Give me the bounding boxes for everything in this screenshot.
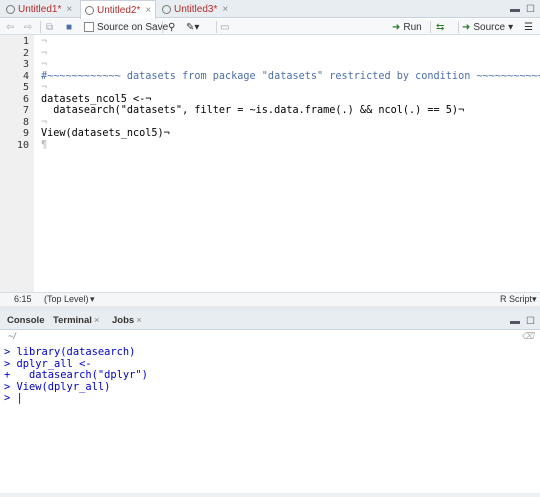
show-in-window-icon[interactable]: ⧉ xyxy=(46,20,53,34)
maximize-icon[interactable]: ☐ xyxy=(526,4,535,15)
code-line[interactable]: ¬ xyxy=(41,117,47,128)
console-line: > library(datasearch) xyxy=(4,346,136,358)
cwd-label: ~/ xyxy=(8,331,16,341)
maximize-icon[interactable]: ☐ xyxy=(526,316,535,327)
code-line[interactable]: ¬ xyxy=(41,59,47,70)
line-number: 3 xyxy=(22,59,29,70)
cursor-position: 6:15 xyxy=(14,294,32,304)
checkbox[interactable] xyxy=(84,22,94,32)
code-editor[interactable]: 1 2 3 4 5 6 7 8 9 10 ¬ ¬ ¬ #~~~~~~~~~~~~ datasets fr… xyxy=(0,35,540,292)
code-line[interactable]: View(datasets_ncol5)¬ xyxy=(41,128,170,139)
tab-label: Untitled1* xyxy=(18,3,62,15)
line-number: 2 xyxy=(22,47,29,59)
source-arrow-icon: ➜ xyxy=(462,21,471,33)
line-number-gutter: 1 2 3 4 5 6 7 8 9 10 xyxy=(0,35,34,292)
bottom-border xyxy=(0,493,540,497)
close-icon[interactable]: × xyxy=(145,5,151,16)
tab-terminal[interactable]: Terminal × xyxy=(53,315,99,326)
code-line[interactable]: ¬ xyxy=(41,82,47,93)
tab-label: Terminal xyxy=(53,315,92,326)
close-icon[interactable]: × xyxy=(94,315,100,326)
chevron-down-icon[interactable]: ▾ xyxy=(90,294,95,305)
tab-label: Console xyxy=(7,315,45,326)
document-icon xyxy=(6,4,15,14)
line-number: 7 xyxy=(22,105,29,116)
outline-icon[interactable]: ☰ xyxy=(524,20,533,34)
tab-label: Untitled3* xyxy=(174,3,218,15)
chevron-down-icon[interactable]: ▾ xyxy=(532,294,537,305)
tab-label: Jobs xyxy=(112,315,135,326)
source-label: Source xyxy=(473,21,506,33)
tab-untitled1[interactable]: Untitled1* × xyxy=(2,0,76,18)
line-number: 9 xyxy=(22,128,29,139)
minimize-icon[interactable]: ▬ xyxy=(510,316,520,327)
minimize-icon[interactable]: ▬ xyxy=(510,4,520,15)
console-line: > View(dplyr_all) xyxy=(4,380,111,393)
code-line[interactable]: datasets_ncol5 <-¬ xyxy=(41,94,151,105)
line-number: 10 xyxy=(16,139,29,151)
source-on-save-toggle[interactable]: Source on Save xyxy=(84,20,168,34)
line-number: 1 xyxy=(22,36,29,47)
tab-console[interactable]: Console xyxy=(7,315,44,326)
code-line[interactable]: datasearch("datasets", filter = ~is.data… xyxy=(41,105,464,116)
tab-untitled2[interactable]: Untitled2* × xyxy=(80,0,157,19)
close-icon[interactable]: × xyxy=(222,4,228,15)
forward-arrow-icon[interactable]: ⇨ xyxy=(24,20,32,34)
save-icon[interactable]: ■ xyxy=(66,20,72,34)
editor-tab-bar: Untitled1* × Untitled2* × Untitled3* × ▬… xyxy=(0,0,540,19)
run-button[interactable]: ➜ Run xyxy=(392,20,422,34)
file-type-selector[interactable]: R Script xyxy=(500,294,532,304)
source-button[interactable]: ➜ Source ▾ xyxy=(462,20,513,34)
back-arrow-icon[interactable]: ⇦ xyxy=(6,20,14,34)
console-line: > dplyr_all <- xyxy=(4,357,92,370)
magic-wand-icon[interactable]: ✎▾ xyxy=(186,20,199,34)
console-output[interactable]: > library(datasearch) > dplyr_all <- + dat… xyxy=(0,344,540,494)
code-line[interactable]: ¬ xyxy=(41,36,47,47)
tab-label: Untitled2* xyxy=(97,4,141,16)
console-line: > | xyxy=(4,392,23,405)
chevron-down-icon[interactable]: ▾ xyxy=(508,22,513,33)
console-line: + datasearch("dplyr") xyxy=(4,369,148,382)
tab-jobs[interactable]: Jobs × xyxy=(112,315,142,326)
scope-selector[interactable]: (Top Level) xyxy=(44,294,89,304)
working-directory: ~/ ⌫ xyxy=(0,331,540,344)
code-line[interactable]: #~~~~~~~~~~~~ datasets from package "dat… xyxy=(41,71,540,82)
console-tab-bar: Console Terminal × Jobs × ▬ ☐ xyxy=(0,311,540,330)
tab-untitled3[interactable]: Untitled3* × xyxy=(158,0,232,18)
editor-status-bar: 6:15 (Top Level) ▾ R Script ▾ xyxy=(0,292,540,306)
line-number: 4 xyxy=(22,70,29,82)
code-line[interactable]: ¬ xyxy=(41,48,47,59)
document-icon xyxy=(162,4,171,14)
code-line[interactable]: ¶ xyxy=(41,140,47,151)
broom-icon[interactable]: ⌫ xyxy=(521,331,534,342)
close-icon[interactable]: × xyxy=(66,4,72,15)
compile-report-icon[interactable]: ▭ xyxy=(220,20,229,34)
line-number: 8 xyxy=(22,116,29,128)
line-number: 6 xyxy=(22,93,29,105)
run-label: Run xyxy=(403,21,422,33)
search-icon[interactable]: ⚲ xyxy=(168,20,175,34)
rerun-icon[interactable]: ⇆ xyxy=(436,20,444,34)
editor-toolbar: ⇦ ⇨ ⧉ ■ Source on Save ⚲ ✎▾ ▭ ➜ Run ⇆ ➜ … xyxy=(0,19,540,35)
source-on-save-label: Source on Save xyxy=(97,21,169,33)
close-icon[interactable]: × xyxy=(136,315,142,326)
line-number: 5 xyxy=(22,82,29,93)
run-arrow-icon: ➜ xyxy=(392,21,401,33)
document-icon xyxy=(85,5,94,15)
